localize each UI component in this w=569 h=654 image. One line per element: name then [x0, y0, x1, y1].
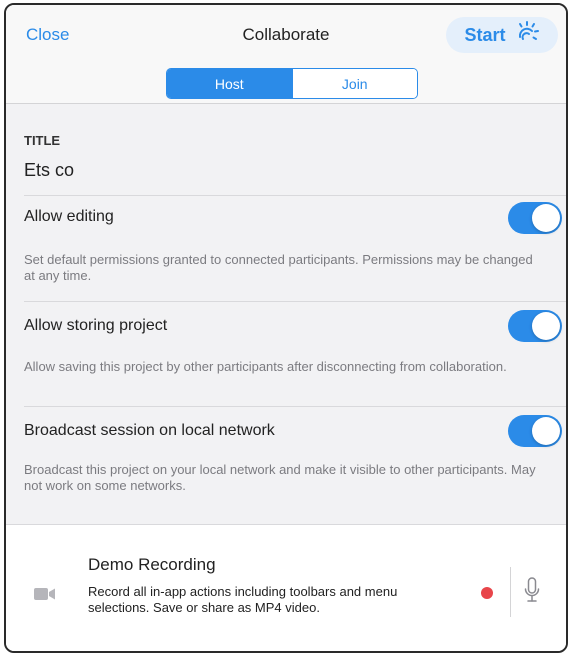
- divider: [24, 406, 566, 407]
- broadcast-description: Broadcast this project on your local net…: [24, 462, 536, 493]
- allow-storing-label: Allow storing project: [24, 317, 168, 334]
- demo-recording-description: Record all in-app actions including tool…: [88, 584, 398, 615]
- microphone-icon[interactable]: [524, 577, 540, 610]
- broadcast-toggle[interactable]: [508, 415, 562, 447]
- tab-host[interactable]: Host: [167, 69, 292, 98]
- collaborate-dialog: Close Collaborate Start Host Join TITLE …: [4, 3, 568, 653]
- toggle-knob: [532, 417, 560, 445]
- allow-storing-description: Allow saving this project by other parti…: [24, 359, 507, 374]
- divider: [24, 301, 566, 302]
- title-field[interactable]: Ets co: [24, 160, 74, 181]
- start-label: Start: [464, 24, 506, 45]
- demo-recording-title: Demo Recording: [88, 555, 216, 574]
- host-join-segmented-control: Host Join: [166, 68, 418, 99]
- tab-join[interactable]: Join: [291, 69, 417, 98]
- record-dot-icon[interactable]: [481, 587, 493, 599]
- toggle-knob: [532, 312, 560, 340]
- allow-editing-description: Set default permissions granted to conne…: [24, 252, 533, 283]
- broadcast-sun-icon: [514, 20, 540, 51]
- demo-recording-panel: Demo Recording Record all in-app actions…: [6, 525, 566, 651]
- allow-storing-toggle[interactable]: [508, 310, 562, 342]
- start-button[interactable]: Start: [446, 17, 558, 53]
- video-camera-icon: [34, 587, 56, 606]
- title-section-heading: TITLE: [24, 133, 61, 148]
- allow-editing-label: Allow editing: [24, 208, 114, 225]
- toggle-knob: [532, 204, 560, 232]
- broadcast-label: Broadcast session on local network: [24, 422, 275, 439]
- divider: [24, 195, 566, 196]
- dialog-header: Close Collaborate Start Host Join: [6, 5, 566, 104]
- vertical-separator: [510, 567, 511, 617]
- allow-editing-toggle[interactable]: [508, 202, 562, 234]
